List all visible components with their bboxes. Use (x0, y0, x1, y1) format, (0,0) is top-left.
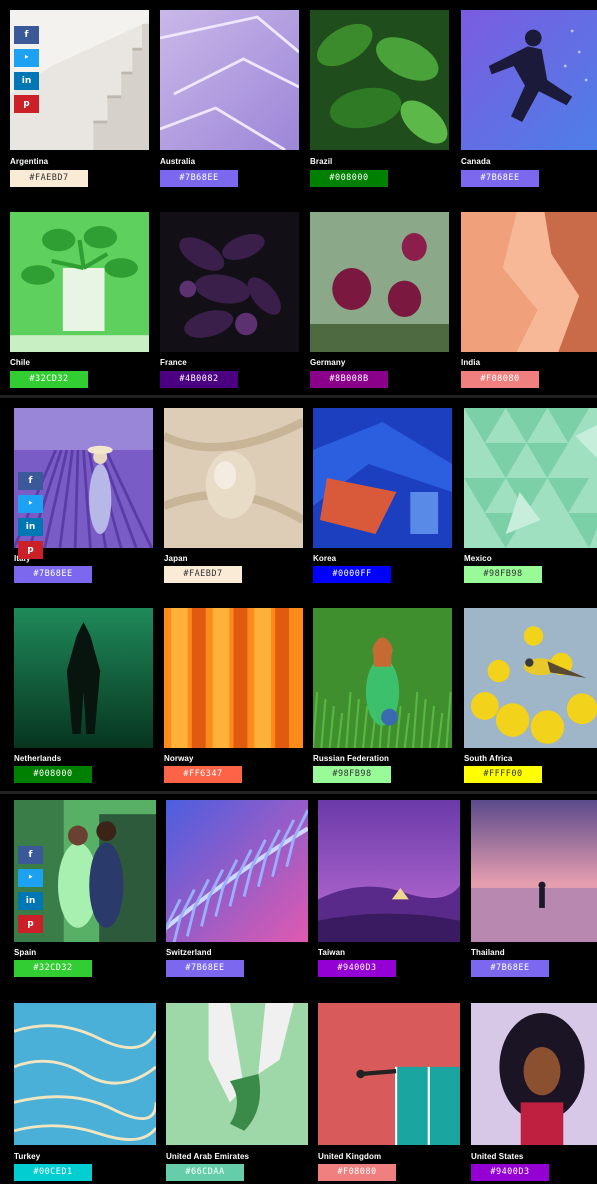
country-label[interactable]: United States (471, 1152, 523, 1162)
tile-image-netherlands[interactable] (14, 608, 153, 748)
country-label[interactable]: Brazil (310, 157, 332, 167)
country-label[interactable]: France (160, 358, 187, 368)
facebook-icon[interactable]: f (18, 472, 43, 490)
color-swatch[interactable]: #F08080 (461, 371, 539, 388)
country-label[interactable]: United Kingdom (318, 1152, 381, 1162)
color-swatch[interactable]: #FFFF00 (464, 766, 542, 783)
color-swatch[interactable]: #66CDAA (166, 1164, 244, 1181)
country-label[interactable]: Taiwan (318, 948, 345, 958)
twitter-icon[interactable]: ‣ (14, 49, 39, 67)
tile-image-norway[interactable] (164, 608, 303, 748)
color-swatch[interactable]: #00CED1 (14, 1164, 92, 1181)
twitter-icon[interactable]: ‣ (18, 869, 43, 887)
tile-image-india[interactable] (461, 212, 597, 352)
color-swatch[interactable]: #4B0082 (160, 371, 238, 388)
color-swatch[interactable]: #9400D3 (471, 1164, 549, 1181)
tile-image-mexico[interactable] (464, 408, 597, 548)
color-swatch[interactable]: #7B68EE (461, 170, 539, 187)
country-label[interactable]: Turkey (14, 1152, 40, 1162)
country-label[interactable]: Thailand (471, 948, 505, 958)
country-label[interactable]: Spain (14, 948, 36, 958)
color-swatch[interactable]: #8B008B (310, 371, 388, 388)
section-divider (0, 791, 597, 794)
linkedin-icon[interactable]: in (14, 72, 39, 90)
country-label[interactable]: Mexico (464, 554, 492, 564)
color-swatch[interactable]: #32CD32 (10, 371, 88, 388)
tile-image-korea[interactable] (313, 408, 452, 548)
tile-image-canada[interactable] (461, 10, 597, 150)
tile-image-united-kingdom[interactable] (318, 1003, 460, 1145)
country-label[interactable]: Netherlands (14, 754, 61, 764)
linkedin-icon[interactable]: in (18, 518, 43, 536)
facebook-icon[interactable]: f (14, 26, 39, 44)
tile-image-switzerland[interactable] (166, 800, 308, 942)
pinterest-icon[interactable]: p (18, 541, 43, 559)
tile-image-taiwan[interactable] (318, 800, 460, 942)
section-divider (0, 395, 597, 398)
country-label[interactable]: Canada (461, 157, 491, 167)
country-label[interactable]: Argentina (10, 157, 48, 167)
twitter-icon[interactable]: ‣ (18, 495, 43, 513)
color-swatch[interactable]: #7B68EE (166, 960, 244, 977)
color-swatch[interactable]: #7B68EE (471, 960, 549, 977)
linkedin-icon[interactable]: in (18, 892, 43, 910)
country-label[interactable]: Australia (160, 157, 195, 167)
color-swatch[interactable]: #7B68EE (14, 566, 92, 583)
color-swatch[interactable]: #32CD32 (14, 960, 92, 977)
tile-image-united-states[interactable] (471, 1003, 597, 1145)
country-label[interactable]: Russian Federation (313, 754, 389, 764)
tile-image-brazil[interactable] (310, 10, 449, 150)
color-swatch[interactable]: #FAEBD7 (10, 170, 88, 187)
color-swatch[interactable]: #FF6347 (164, 766, 242, 783)
tile-image-russian-federation[interactable] (313, 608, 452, 748)
country-label[interactable]: Germany (310, 358, 345, 368)
color-swatch[interactable]: #7B68EE (160, 170, 238, 187)
color-swatch[interactable]: #008000 (14, 766, 92, 783)
country-label[interactable]: Norway (164, 754, 194, 764)
tile-image-japan[interactable] (164, 408, 303, 548)
color-swatch[interactable]: #F08080 (318, 1164, 396, 1181)
country-label[interactable]: South Africa (464, 754, 512, 764)
country-label[interactable]: Korea (313, 554, 336, 564)
country-label[interactable]: Chile (10, 358, 30, 368)
tile-image-thailand[interactable] (471, 800, 597, 942)
tile-image-france[interactable] (160, 212, 299, 352)
pinterest-icon[interactable]: p (14, 95, 39, 113)
share-buttons: f ‣ in p (14, 26, 39, 118)
color-swatch[interactable]: #98FB98 (464, 566, 542, 583)
share-buttons: f ‣ in p (18, 472, 43, 564)
country-label[interactable]: Japan (164, 554, 188, 564)
country-label[interactable]: India (461, 358, 480, 368)
color-swatch[interactable]: #9400D3 (318, 960, 396, 977)
tile-image-south-africa[interactable] (464, 608, 597, 748)
color-swatch[interactable]: #98FB98 (313, 766, 391, 783)
color-swatch[interactable]: #0000FF (313, 566, 391, 583)
tile-image-turkey[interactable] (14, 1003, 156, 1145)
pinterest-icon[interactable]: p (18, 915, 43, 933)
color-swatch[interactable]: #FAEBD7 (164, 566, 242, 583)
color-swatch[interactable]: #008000 (310, 170, 388, 187)
country-label[interactable]: Switzerland (166, 948, 212, 958)
country-label[interactable]: United Arab Emirates (166, 1152, 249, 1162)
tile-image-chile[interactable] (10, 212, 149, 352)
share-buttons: f ‣ in p (18, 846, 43, 938)
tile-image-united-arab-emirates[interactable] (166, 1003, 308, 1145)
facebook-icon[interactable]: f (18, 846, 43, 864)
tile-image-germany[interactable] (310, 212, 449, 352)
tile-image-australia[interactable] (160, 10, 299, 150)
